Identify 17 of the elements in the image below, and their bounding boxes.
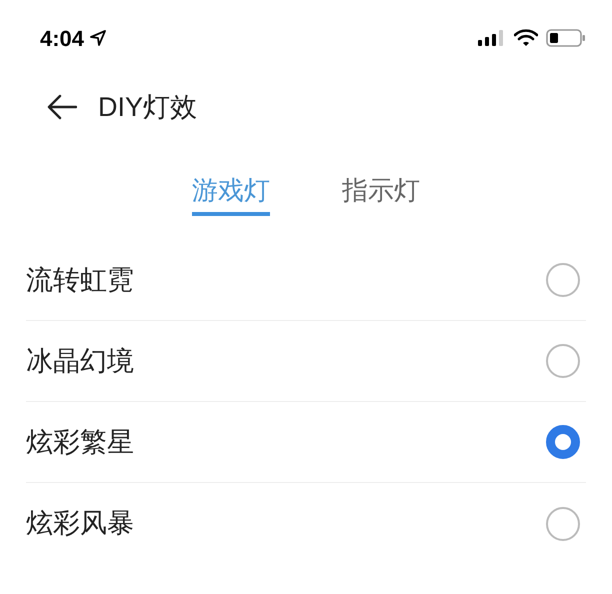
signal-icon [478,30,506,46]
radio-button[interactable] [546,506,580,540]
option-label: 炫彩风暴 [26,507,134,540]
location-arrow-icon [90,30,106,46]
radio-button[interactable] [546,263,580,297]
option-label: 冰晶幻境 [26,344,134,378]
page-title: DIY灯效 [98,90,198,124]
option-label: 流转虹霓 [26,264,134,297]
tab[interactable]: 指示灯 [342,168,420,216]
tab[interactable]: 游戏灯 [192,168,270,216]
status-time: 4:04 [40,24,84,52]
radio-button[interactable] [546,425,580,459]
radio-button[interactable] [546,344,580,378]
back-arrow-icon [47,94,77,120]
option-label: 炫彩繁星 [26,426,134,459]
wifi-icon [514,29,538,47]
battery-icon [546,29,586,47]
